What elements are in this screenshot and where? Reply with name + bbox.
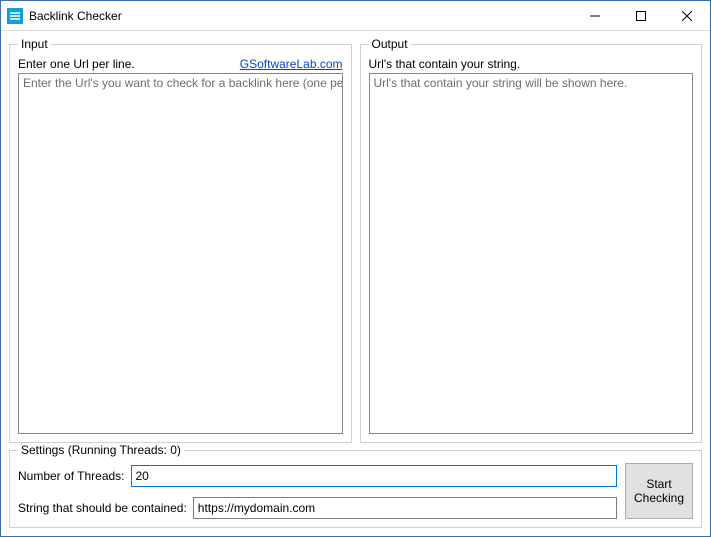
close-button[interactable] xyxy=(664,1,710,31)
threads-input[interactable] xyxy=(131,465,618,487)
maximize-button[interactable] xyxy=(618,1,664,31)
threads-label: Number of Threads: xyxy=(18,469,125,483)
output-instruction: Url's that contain your string. xyxy=(369,57,521,71)
titlebar: Backlink Checker xyxy=(1,1,710,31)
output-legend: Output xyxy=(369,37,411,51)
settings-legend: Settings (Running Threads: 0) xyxy=(18,443,184,457)
minimize-icon xyxy=(590,11,600,21)
window-title: Backlink Checker xyxy=(29,9,122,23)
string-input[interactable] xyxy=(193,497,617,519)
output-results-textarea[interactable] xyxy=(369,73,694,434)
input-urls-textarea[interactable] xyxy=(18,73,343,434)
minimize-button[interactable] xyxy=(572,1,618,31)
settings-group: Settings (Running Threads: 0) Number of … xyxy=(9,443,702,528)
string-label: String that should be contained: xyxy=(18,501,187,515)
output-group: Output Url's that contain your string. xyxy=(360,37,703,443)
app-icon xyxy=(7,8,23,24)
maximize-icon xyxy=(636,11,646,21)
input-group: Input Enter one Url per line. GSoftwareL… xyxy=(9,37,352,443)
input-instruction: Enter one Url per line. xyxy=(18,57,135,71)
start-checking-button[interactable]: Start Checking xyxy=(625,463,693,519)
close-icon xyxy=(682,11,692,21)
input-legend: Input xyxy=(18,37,51,51)
site-link[interactable]: GSoftwareLab.com xyxy=(240,57,343,71)
